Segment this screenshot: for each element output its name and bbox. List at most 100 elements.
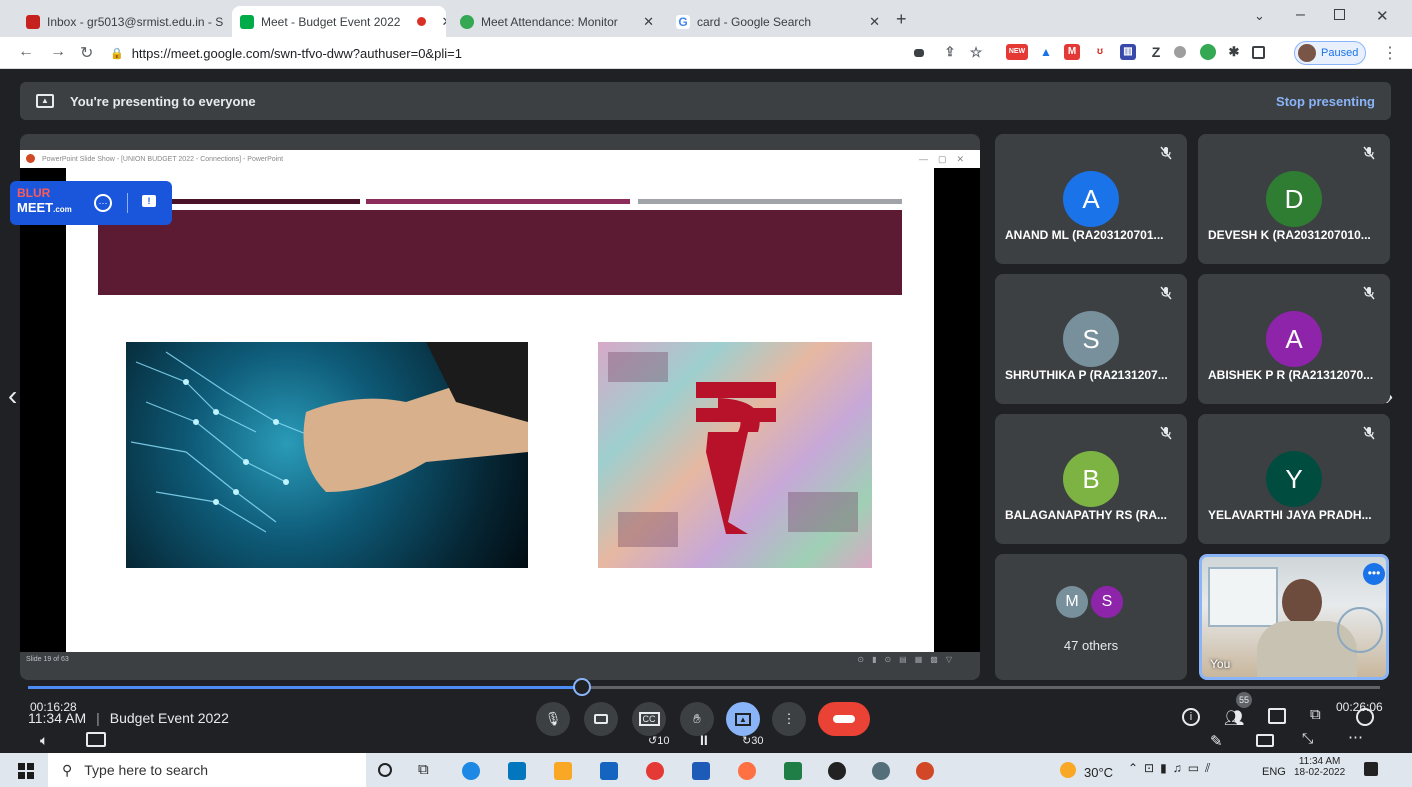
video-progress-fill <box>28 686 582 689</box>
chrome-profile-icon[interactable] <box>872 762 890 780</box>
mic-icon: 🎙︎ <box>544 711 562 726</box>
camera-icon <box>594 714 608 724</box>
clock-date: 18-02-2022 <box>1294 767 1346 778</box>
pip-icon[interactable] <box>1256 734 1274 747</box>
extension-circle-icon[interactable] <box>1174 46 1186 58</box>
more-options-button[interactable]: ⋮ <box>772 702 806 736</box>
slide-header-block <box>98 210 902 295</box>
participant-tile[interactable]: A ABISHEK P R (RA21312070... <box>1198 274 1390 404</box>
volume-icon[interactable]: 🔈︎ <box>40 732 48 749</box>
activities-icon[interactable]: ⧉ <box>1310 706 1321 723</box>
task-view-icon[interactable]: ⧉ <box>418 761 429 778</box>
others-count: 47 others <box>1063 638 1119 653</box>
notifications-icon[interactable] <box>1364 762 1378 776</box>
ellipsis-icon[interactable]: ⋯ <box>1348 728 1363 746</box>
reload-icon[interactable]: ↻ <box>80 43 93 63</box>
chat-icon[interactable] <box>1268 708 1286 724</box>
store-icon[interactable] <box>600 762 618 780</box>
close-icon[interactable]: ✕ <box>643 14 654 30</box>
lock-icon[interactable] <box>1356 708 1374 726</box>
close-icon[interactable]: ✕ <box>441 14 446 30</box>
weather-icon[interactable] <box>1060 762 1076 778</box>
microphone-button[interactable]: 🎙︎ <box>536 702 570 736</box>
participant-tile[interactable]: Y YELAVARTHI JAYA PRADH... <box>1198 414 1390 544</box>
info-icon[interactable]: i <box>1182 708 1200 726</box>
edge-icon[interactable] <box>462 762 480 780</box>
forward-button[interactable]: ↻30 <box>742 734 763 747</box>
extension-new-icon[interactable]: NEW <box>1006 44 1028 60</box>
minimize-arrows-icon[interactable]: ⤡ <box>1302 730 1313 747</box>
extension-cap-icon[interactable]: ▲ <box>1038 44 1054 60</box>
new-tab-button[interactable]: + <box>896 9 907 30</box>
file-explorer-icon[interactable] <box>554 762 572 780</box>
system-tray-icons[interactable]: ⌃⊡▮♫▭⫽ <box>1128 761 1216 776</box>
blurmeet-feedback-icon[interactable]: ! <box>142 195 156 207</box>
minimize-button[interactable]: – <box>1296 6 1305 24</box>
mail-icon[interactable] <box>508 762 526 780</box>
participant-tile[interactable]: A ANAND ML (RA203120701... <box>995 134 1187 264</box>
back-arrow-icon[interactable]: ← <box>18 43 34 61</box>
cortana-icon[interactable] <box>378 763 392 777</box>
participant-name: ANAND ML (RA203120701... <box>1005 228 1164 242</box>
chrome-icon[interactable] <box>646 762 664 780</box>
profile-button[interactable]: Paused <box>1294 41 1366 65</box>
more-options-icon[interactable]: ••• <box>1363 563 1385 585</box>
taskbar-clock[interactable]: 11:34 AM 18-02-2022 <box>1294 756 1345 778</box>
present-button[interactable]: ▲ <box>726 702 760 736</box>
self-video-tile[interactable]: ••• You <box>1199 554 1389 680</box>
maximize-button[interactable] <box>1334 9 1345 20</box>
extensions-puzzle-icon[interactable]: ✱ <box>1226 44 1242 60</box>
camera-button[interactable] <box>584 702 618 736</box>
forward-seconds: 30 <box>751 735 764 747</box>
excel-icon[interactable] <box>784 762 802 780</box>
powerpoint-icon[interactable] <box>916 762 934 780</box>
firefox-icon[interactable] <box>738 762 756 780</box>
kebab-icon: ⋮ <box>782 711 796 726</box>
bookmark-star-icon[interactable]: ☆ <box>968 44 984 60</box>
slide-page <box>66 168 934 652</box>
others-tile[interactable]: M S 47 others <box>995 554 1187 680</box>
blurmeet-options-icon[interactable]: ⋯ <box>94 194 112 212</box>
close-icon[interactable]: ✕ <box>869 14 880 30</box>
weather-temp[interactable]: 30°C <box>1084 765 1113 780</box>
share-icon[interactable]: ⇪ <box>942 44 958 60</box>
chevron-left-icon[interactable]: ‹ <box>8 380 17 412</box>
slide-counter: Slide 19 of 63 <box>26 656 69 663</box>
extension-grid-icon[interactable]: ▥ <box>1120 44 1136 60</box>
tab-inbox[interactable]: Inbox - gr5013@srmist.edu.in - S ✕ <box>18 6 230 37</box>
extension-m-icon[interactable]: M <box>1064 44 1080 60</box>
people-icon[interactable]: 👥︎ <box>1224 708 1244 728</box>
divider <box>127 193 128 213</box>
tab-meet[interactable]: Meet - Budget Event 2022 ✕ <box>232 6 446 37</box>
input-language[interactable]: ENG <box>1262 766 1286 778</box>
tab-google-search[interactable]: G card - Google Search ✕ <box>668 6 888 37</box>
raise-hand-button[interactable]: ✋︎ <box>680 702 714 736</box>
extension-attendance-icon[interactable] <box>1200 44 1216 60</box>
video-progress-knob[interactable] <box>573 678 591 696</box>
rewind-button[interactable]: ↺10 <box>648 734 669 747</box>
url-field[interactable]: 🔒 https://meet.google.com/swn-tfvo-dww?a… <box>110 41 900 65</box>
tab-search-button[interactable]: ⌄ <box>1254 8 1265 24</box>
camera-icon[interactable] <box>914 49 924 57</box>
captions-icon[interactable] <box>86 732 106 747</box>
participant-tile[interactable]: D DEVESH K (RA2031207010... <box>1198 134 1390 264</box>
extension-z-icon[interactable]: Z <box>1148 44 1164 60</box>
extension-u-icon[interactable]: ʊ <box>1092 44 1108 60</box>
obs-icon[interactable] <box>828 762 846 780</box>
participant-tile[interactable]: S SHRUTHIKA P (RA2131207... <box>995 274 1187 404</box>
windows-start-icon[interactable] <box>18 763 34 779</box>
word-icon[interactable] <box>692 762 710 780</box>
mic-off-icon <box>1363 286 1375 300</box>
tab-attendance[interactable]: Meet Attendance: Monitor ✕ <box>452 6 662 37</box>
forward-arrow-icon[interactable]: → <box>50 43 66 61</box>
pencil-icon[interactable]: ✎ <box>1210 732 1223 750</box>
window-close-button[interactable]: ✕ <box>1376 7 1389 25</box>
leave-call-button[interactable] <box>818 702 870 736</box>
captions-button[interactable]: CC <box>632 702 666 736</box>
taskbar-search-box[interactable]: ⚲ Type here to search <box>48 753 366 787</box>
stop-presenting-button[interactable]: Stop presenting <box>1276 94 1375 109</box>
side-panel-icon[interactable] <box>1252 46 1265 59</box>
pause-button[interactable]: II <box>700 732 708 748</box>
participant-tile[interactable]: B BALAGANAPATHY RS (RA... <box>995 414 1187 544</box>
kebab-menu-icon[interactable]: ⋮ <box>1382 43 1398 63</box>
